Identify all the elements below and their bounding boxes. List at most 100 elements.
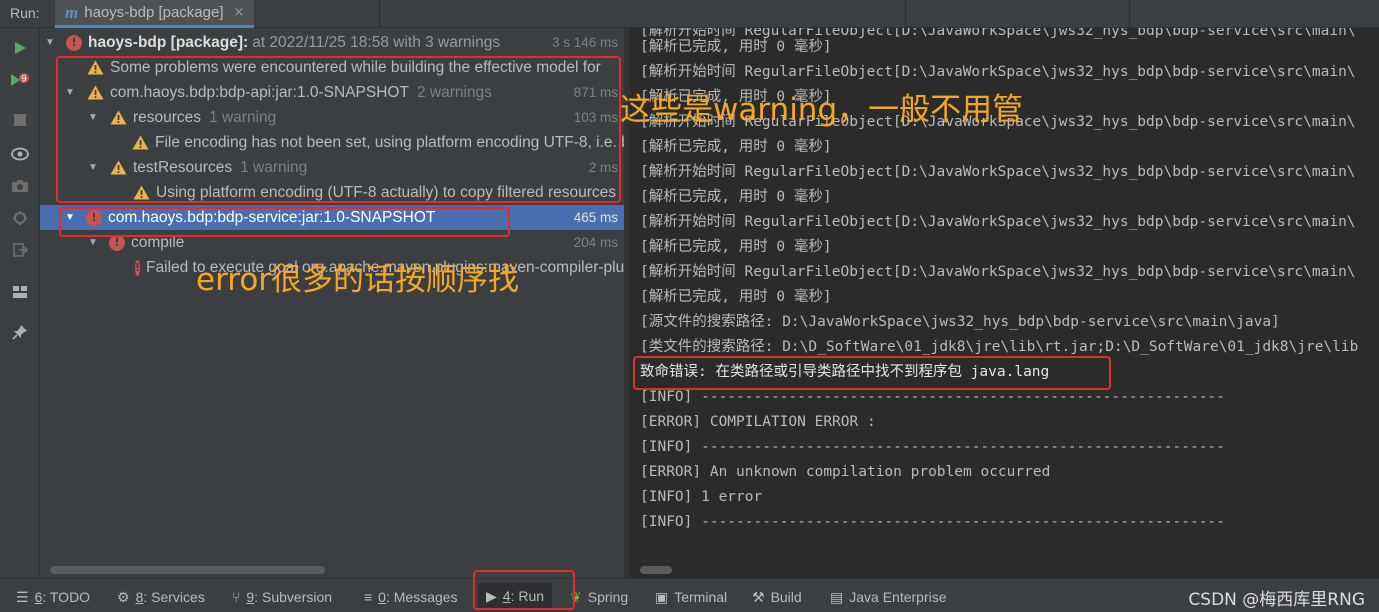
console-line: [INFO] ---------------------------------… bbox=[640, 389, 1225, 405]
console-line: [解析已完成, 用时 0 毫秒] bbox=[640, 189, 832, 205]
warning-icon bbox=[132, 135, 149, 151]
console-line: [解析已完成, 用时 0 毫秒] bbox=[640, 289, 832, 305]
tree-row[interactable]: ▼ ! compile 204 ms bbox=[40, 230, 624, 255]
run-shortcut: 4 bbox=[502, 588, 511, 604]
layout-icon[interactable] bbox=[8, 280, 32, 304]
expand-icon[interactable]: ▼ bbox=[44, 37, 56, 48]
console-line: [解析开始时间 RegularFileObject[D:\JavaWorkSpa… bbox=[640, 264, 1356, 280]
console-line: [ERROR] An unknown compilation problem o… bbox=[640, 464, 1051, 480]
branch-icon: ⑂ bbox=[232, 589, 241, 605]
tree-row[interactable]: ▼ resources 1 warning 103 ms bbox=[40, 105, 624, 130]
tab-separator bbox=[379, 0, 380, 28]
tree-row-label: com.haoys.bdp:bdp-api:jar:1.0-SNAPSHOT bbox=[110, 83, 409, 101]
tree-row-selected[interactable]: ▼ ! com.haoys.bdp:bdp-service:jar:1.0-SN… bbox=[40, 205, 624, 230]
warning-icon bbox=[86, 60, 104, 76]
tree-row-label: com.haoys.bdp:bdp-service:jar:1.0-SNAPSH… bbox=[108, 208, 436, 226]
expand-icon[interactable]: ▼ bbox=[64, 87, 76, 98]
console-line: [类文件的搜索路径: D:\D_SoftWare\01_jdk8\jre\lib… bbox=[640, 339, 1359, 355]
svg-text:9: 9 bbox=[21, 75, 27, 85]
expand-icon[interactable]: ▼ bbox=[87, 112, 99, 123]
tree-horizontal-scrollbar[interactable] bbox=[50, 566, 325, 574]
tree-row[interactable]: Some problems were encountered while bui… bbox=[40, 55, 624, 80]
warning-icon bbox=[132, 185, 150, 201]
camera-icon[interactable] bbox=[8, 174, 32, 198]
warning-icon bbox=[109, 110, 127, 126]
csdn-watermark: CSDN @梅西库里RNG bbox=[1188, 590, 1365, 610]
tab-separator bbox=[1129, 0, 1130, 28]
spring-tab[interactable]: ❦ Spring bbox=[570, 586, 628, 608]
java-enterprise-tab[interactable]: ▤ Java Enterprise bbox=[830, 586, 947, 608]
tree-row[interactable]: ▼ com.haoys.bdp:bdp-api:jar:1.0-SNAPSHOT… bbox=[40, 80, 624, 105]
tree-row-time: 2 ms bbox=[588, 160, 618, 175]
hammer-icon: ⚒ bbox=[752, 588, 765, 605]
tree-root-name: haoys-bdp [package]: bbox=[88, 33, 249, 51]
messages-tab[interactable]: ≡ 0: Messages bbox=[364, 586, 458, 608]
debug-settings-icon[interactable] bbox=[8, 206, 32, 230]
exit-icon[interactable] bbox=[8, 238, 32, 262]
tree-row-label: compile bbox=[131, 233, 185, 251]
spring-icon: ❦ bbox=[570, 588, 582, 605]
tree-row-time: 103 ms bbox=[573, 110, 618, 125]
tree-row-label: resources bbox=[133, 108, 202, 126]
terminal-tab[interactable]: ▣ Terminal bbox=[655, 586, 727, 608]
tree-row[interactable]: ▼ testResources 1 warning 2 ms bbox=[40, 155, 624, 180]
close-icon[interactable]: × bbox=[234, 5, 245, 20]
console-line: [源文件的搜索路径: D:\JavaWorkSpace\jws32_hys_bd… bbox=[640, 314, 1280, 330]
stop-icon[interactable] bbox=[8, 108, 32, 132]
expand-icon[interactable]: ▼ bbox=[87, 162, 99, 173]
run-toolbar: 9 bbox=[0, 28, 40, 578]
tree-root-detail: at 2022/11/25 18:58 with 3 warnings bbox=[252, 33, 501, 51]
console-line: [解析开始时间 RegularFileObject[D:\JavaWorkSpa… bbox=[640, 164, 1356, 180]
list-icon: ☰ bbox=[16, 588, 29, 605]
console-line: [解析已完成, 用时 0 毫秒] bbox=[640, 239, 832, 255]
error-icon: ! bbox=[66, 34, 82, 51]
error-icon: ! bbox=[86, 209, 102, 226]
build-tab[interactable]: ⚒ Build bbox=[752, 586, 802, 608]
pin-icon[interactable] bbox=[8, 320, 32, 344]
spring-label: Spring bbox=[587, 589, 629, 605]
todo-label: : TODO bbox=[42, 589, 91, 605]
tab-separator bbox=[905, 0, 906, 28]
console-line: [解析已完成, 用时 0 毫秒] bbox=[640, 139, 832, 155]
terminal-icon: ▣ bbox=[655, 588, 669, 605]
subversion-label: : Subversion bbox=[254, 589, 333, 605]
tree-row-time: 465 ms bbox=[573, 210, 618, 225]
rerun-icon[interactable] bbox=[8, 36, 32, 60]
warning-icon bbox=[86, 85, 104, 101]
console-fatal-error-line: 致命错误: 在类路径或引导类路径中找不到程序包 java.lang bbox=[640, 364, 1050, 380]
error-icon: ! bbox=[109, 234, 125, 251]
tool-window-bar: ☰ 6: TODO ⚙ 8: Services ⑂ 9: Subversion … bbox=[0, 578, 1379, 612]
console-line: [INFO] ---------------------------------… bbox=[640, 514, 1225, 530]
messages-shortcut: 0 bbox=[378, 589, 386, 605]
enterprise-icon: ▤ bbox=[830, 588, 844, 605]
tree-row[interactable]: ! Failed to execute goal org.apache.mave… bbox=[40, 255, 624, 280]
terminal-label: Terminal bbox=[674, 589, 728, 605]
run-label-bottom: : Run bbox=[510, 588, 545, 604]
expand-icon[interactable]: ▼ bbox=[64, 212, 76, 223]
console-output[interactable]: [解析开始时间 RegularFileObject[D:\JavaWorkSpa… bbox=[630, 28, 1379, 578]
run-tab-haoys-bdp[interactable]: m haoys-bdp [package] × bbox=[55, 0, 255, 28]
rerun-failed-icon[interactable]: 9 bbox=[8, 68, 32, 92]
services-tab[interactable]: ⚙ 8: Services bbox=[117, 586, 205, 608]
run-label: Run: bbox=[10, 5, 40, 21]
run-bottom-tab[interactable]: ▶ 4: Run bbox=[478, 583, 553, 609]
tree-row[interactable]: Using platform encoding (UTF-8 actually)… bbox=[40, 180, 624, 205]
build-tree[interactable]: ▼ ! haoys-bdp [package]: at 2022/11/25 1… bbox=[40, 28, 624, 578]
services-label: : Services bbox=[143, 589, 205, 605]
java-enterprise-label: Java Enterprise bbox=[849, 589, 947, 605]
tree-row-label: Failed to execute goal org.apache.maven.… bbox=[146, 258, 624, 276]
expand-icon[interactable]: ▼ bbox=[87, 237, 99, 248]
warning-icon bbox=[109, 160, 127, 176]
maven-icon: m bbox=[65, 2, 79, 22]
console-horizontal-scrollbar[interactable] bbox=[640, 566, 672, 574]
warning-count: 1 warning bbox=[209, 108, 277, 126]
tree-row[interactable]: File encoding has not been set, using pl… bbox=[40, 130, 624, 155]
eye-icon[interactable] bbox=[8, 142, 32, 166]
services-icon: ⚙ bbox=[117, 588, 130, 605]
messages-icon: ≡ bbox=[364, 589, 373, 605]
console-line: [INFO] ---------------------------------… bbox=[640, 439, 1225, 455]
subversion-tab[interactable]: ⑂ 9: Subversion bbox=[232, 586, 332, 608]
todo-tab[interactable]: ☰ 6: TODO bbox=[16, 586, 90, 608]
tree-root-row[interactable]: ▼ ! haoys-bdp [package]: at 2022/11/25 1… bbox=[40, 30, 624, 55]
console-line: [解析已完成, 用时 0 毫秒] bbox=[640, 89, 832, 105]
